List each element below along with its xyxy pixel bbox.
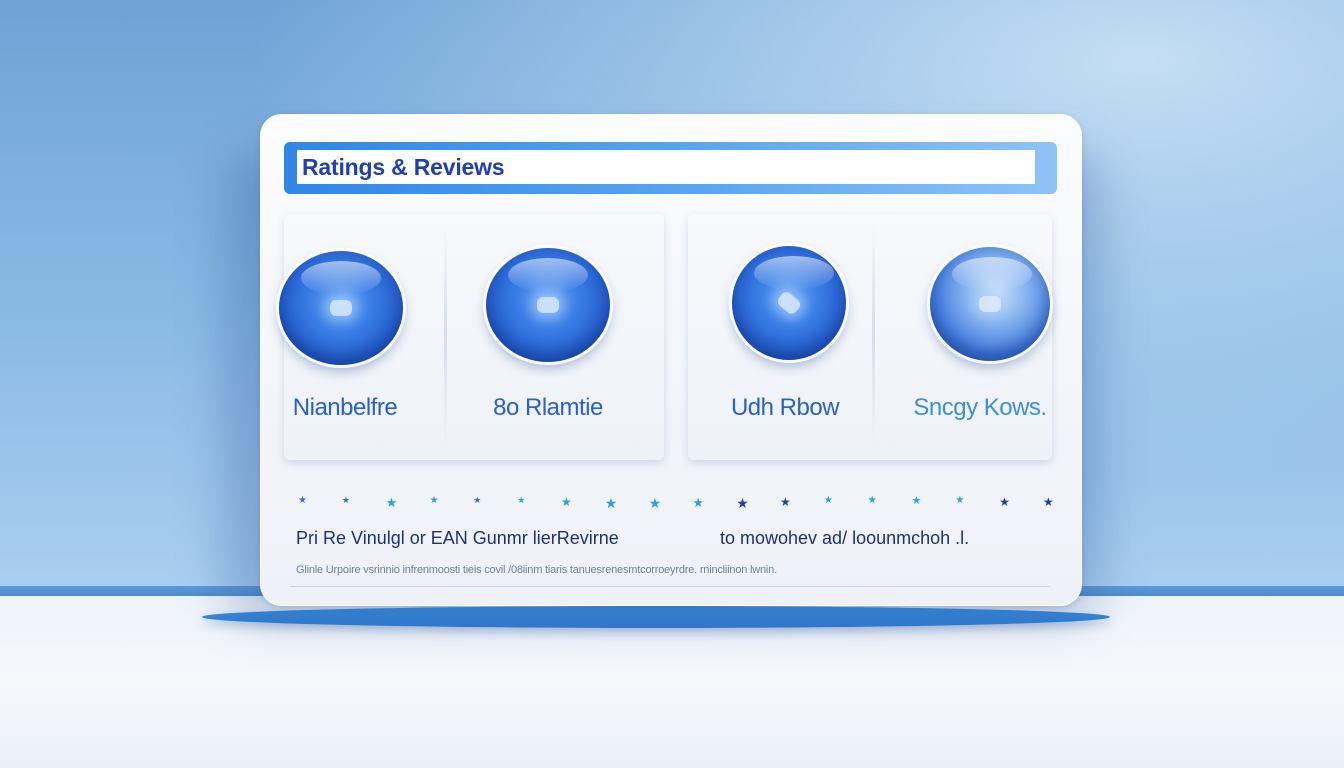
star-icon: ★ [955, 495, 965, 506]
fine-print: Glinle Urpoire vsrinnio infrenmoosti tie… [296, 564, 777, 576]
glyph-icon [775, 289, 803, 317]
option-label-3: Udh Rbow [730, 394, 840, 421]
star-icon: ★ [692, 495, 705, 510]
star-icon: ★ [999, 495, 1010, 509]
option-label-4: Sncgy Kows. [913, 394, 1047, 421]
review-summary-link[interactable]: to mowohev ad/ loounmchoh .l. [720, 528, 969, 549]
star-icon: ★ [867, 495, 877, 506]
title-field: Ratings & Reviews [297, 150, 1035, 184]
star-icon: ★ [560, 495, 572, 509]
option-button-4[interactable] [930, 247, 1050, 361]
star-icon: ★ [911, 495, 922, 507]
option-label-1: Nianbelfre [292, 394, 398, 421]
panel-divider [872, 224, 875, 444]
star-icon: ★ [604, 495, 618, 511]
option-button-2[interactable] [486, 248, 610, 362]
star-icon: ★ [823, 495, 833, 506]
option-button-3[interactable] [732, 246, 846, 360]
star-icon: ★ [298, 495, 307, 506]
star-icon: ★ [780, 495, 791, 509]
option-label-2: 8o Rlamtie [493, 394, 603, 421]
chat-bubble-icon [537, 297, 559, 313]
star-icon: ★ [385, 495, 398, 510]
star-icon: ★ [517, 495, 526, 505]
star-icon: ★ [341, 495, 350, 505]
ratings-card: Ratings & Reviews Nianbelfre 8o Rlamtie … [260, 114, 1082, 606]
title-bar: Ratings & Reviews [284, 142, 1057, 194]
star-icon: ★ [1043, 495, 1054, 509]
chat-bubble-icon [330, 300, 352, 316]
card-title: Ratings & Reviews [302, 154, 505, 180]
option-button-1[interactable] [279, 251, 403, 365]
bottom-divider [290, 586, 1050, 587]
review-summary-text: Pri Re Vinulgl or EAN Gunmr lierRevirne [296, 528, 619, 548]
glyph-icon [979, 296, 1001, 312]
star-icon: ★ [429, 495, 439, 506]
star-icon: ★ [648, 495, 662, 511]
star-icon: ★ [473, 495, 482, 505]
star-rating-row: ★ ★ ★ ★ ★ ★ ★ ★ ★ ★ ★ ★ ★ ★ ★ ★ ★ ★ [290, 496, 1060, 516]
panel-divider [444, 224, 447, 444]
star-icon: ★ [736, 495, 749, 511]
